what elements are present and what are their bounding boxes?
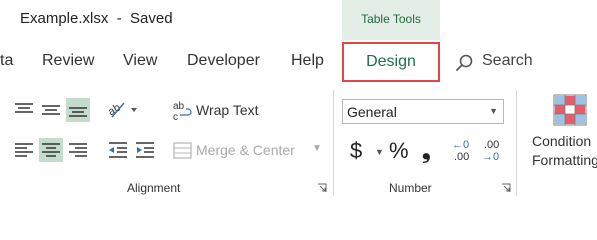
svg-text:ab: ab [173,101,185,112]
currency-button[interactable]: $ [350,138,362,164]
increase-decimal-top: ←0 [452,139,470,151]
tab-view[interactable]: View [123,52,157,70]
align-left-button[interactable] [12,138,36,162]
title-bar: Example.xlsx - Saved Table Tools [0,0,597,40]
tab-design-label: Design [366,53,416,70]
number-dialog-launcher-icon[interactable] [501,183,511,193]
tab-data[interactable]: ta [0,52,13,70]
tab-design[interactable]: Design [342,42,440,82]
top-align-button[interactable] [12,98,36,122]
conditional-formatting-label-line2: Formatting [532,152,597,168]
align-center-icon [42,143,60,157]
number-group-label: Number [389,181,432,195]
comma-style-button[interactable]: ❟ [422,138,431,164]
merge-center-chevron-down-icon[interactable]: ▼ [312,143,322,154]
alignment-group-label: Alignment [127,181,181,195]
decrease-decimal-top: .00 [484,139,500,151]
middle-align-icon [42,105,60,115]
bottom-align-icon [69,107,87,117]
increase-indent-button[interactable] [133,138,157,162]
chevron-down-icon: ▼ [489,106,498,116]
decrease-decimal-bottom: →0 [482,151,500,163]
currency-chevron-down-icon[interactable]: ▼ [375,147,384,157]
group-separator [333,90,334,196]
conditional-formatting-label-line1: Condition [532,133,592,149]
tab-developer[interactable]: Developer [187,52,260,70]
number-format-value: General [347,104,397,120]
svg-text:c: c [173,112,178,122]
search-label: Search [482,52,533,69]
bottom-align-button[interactable] [66,98,90,122]
conditional-formatting-label: Condition Formatting [532,132,597,170]
tab-review[interactable]: Review [42,52,94,70]
increase-decimal-bottom: .00 [454,151,470,163]
wrap-text-icon: ab c [173,101,192,122]
group-separator [516,90,517,196]
table-tools-context-group: Table Tools [342,0,440,40]
increase-decimal-button[interactable]: ←0 .00 [452,139,478,165]
decrease-decimal-button[interactable]: .00 →0 [482,139,508,165]
top-align-icon [15,103,33,113]
decrease-indent-button[interactable] [106,138,130,162]
align-right-button[interactable] [66,138,90,162]
percent-button[interactable]: % [389,138,409,164]
conditional-formatting-icon [553,94,587,126]
alignment-dialog-launcher-icon[interactable] [317,183,327,193]
align-left-icon [15,143,33,157]
merge-center-label: Merge & Center [196,142,295,158]
number-format-select[interactable]: General ▼ [342,99,504,124]
orientation-button[interactable]: ab [106,97,140,121]
document-title: Example.xlsx - Saved [20,10,173,27]
wrap-text-label: Wrap Text [196,102,259,118]
tab-help[interactable]: Help [291,52,324,70]
search-icon [456,54,473,71]
align-center-button[interactable] [39,138,63,162]
orientation-glyph: ab [106,102,123,119]
merge-center-icon [173,142,192,159]
table-tools-label: Table Tools [361,12,421,26]
decrease-indent-icon [109,142,127,158]
increase-indent-icon [136,142,154,158]
align-right-icon [69,143,87,157]
orientation-icon: ab [106,102,137,119]
middle-align-button[interactable] [39,98,63,122]
